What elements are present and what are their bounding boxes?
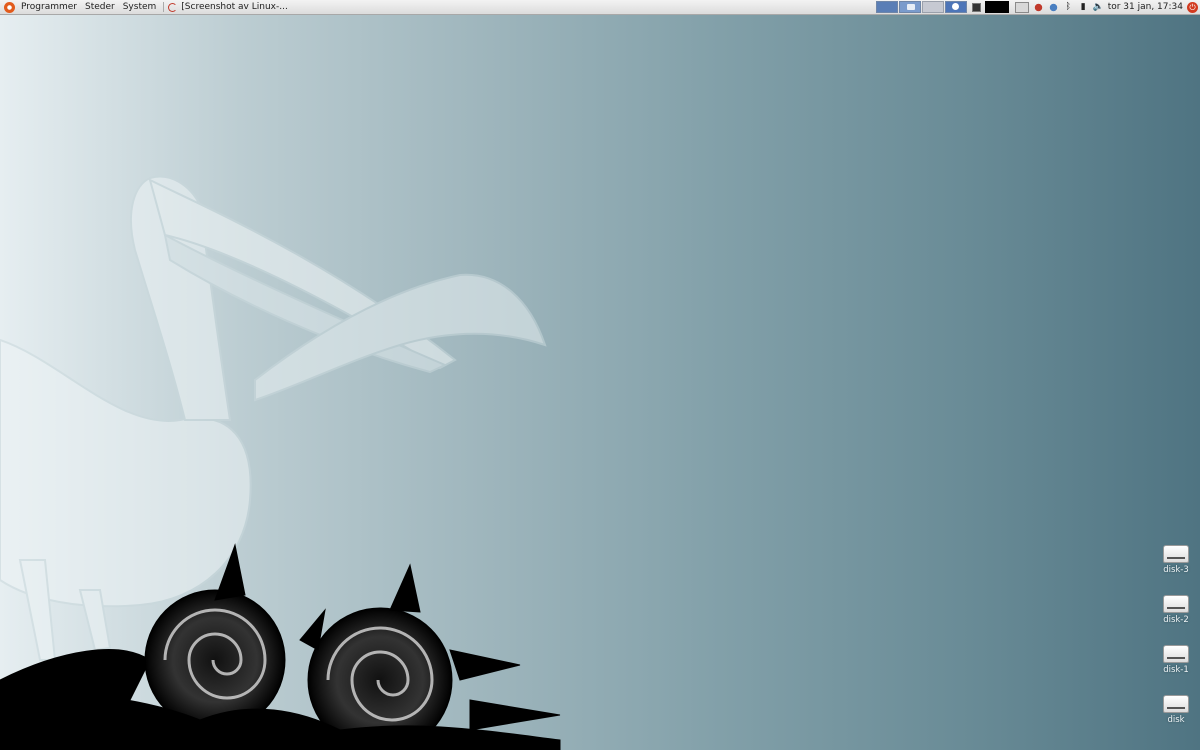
desktop-icon-disk-2[interactable]: disk-2 xyxy=(1152,595,1200,625)
clock[interactable]: tor 31 jan, 17:34 xyxy=(1106,2,1187,12)
desktop-icon-disk[interactable]: disk xyxy=(1152,695,1200,725)
top-panel: Programmer Steder System [Screenshot av … xyxy=(0,0,1200,15)
hard-drive-icon xyxy=(1163,645,1189,663)
hard-drive-icon xyxy=(1163,595,1189,613)
menu-applications[interactable]: Programmer xyxy=(17,0,81,14)
window-thumb xyxy=(906,4,915,10)
desktop-icon-label: disk-1 xyxy=(1163,665,1189,675)
desktop-icon-label: disk-3 xyxy=(1163,565,1189,575)
desktop-icon-label: disk xyxy=(1167,715,1185,725)
workspace-4[interactable] xyxy=(944,1,967,13)
hard-drive-icon xyxy=(1163,695,1189,713)
distro-logo-icon[interactable] xyxy=(4,1,15,13)
shutdown-icon[interactable]: ⏻ xyxy=(1187,1,1198,13)
system-monitor-graph[interactable] xyxy=(984,1,1009,13)
workspace-2[interactable] xyxy=(898,1,921,13)
network-icon[interactable] xyxy=(1014,1,1029,13)
menu-places[interactable]: Steder xyxy=(81,0,119,14)
window-thumb xyxy=(951,3,959,10)
hard-drive-icon xyxy=(1163,545,1189,563)
battery-icon[interactable]: ▮ xyxy=(1078,2,1089,13)
monitor-icon[interactable] xyxy=(971,2,981,12)
volume-icon[interactable]: 🔈 xyxy=(1093,2,1104,13)
pelican-illustration xyxy=(0,175,547,661)
panel-separator xyxy=(163,2,165,12)
notification-area: ᛒ ▮ 🔈 xyxy=(1013,1,1106,13)
bluetooth-icon[interactable]: ᛒ xyxy=(1063,2,1074,13)
desktop-icon-disk-1[interactable]: disk-1 xyxy=(1152,645,1200,675)
taskbar-item-screenshot[interactable]: [Screenshot av Linux-... xyxy=(168,0,292,14)
disk-mount-icon[interactable] xyxy=(1047,1,1059,13)
taskbar-item-label: [Screenshot av Linux-... xyxy=(181,2,288,12)
desktop-icon-disk-3[interactable]: disk-3 xyxy=(1152,545,1200,575)
menu-system[interactable]: System xyxy=(119,0,161,14)
panel-right: ᛒ ▮ 🔈 tor 31 jan, 17:34 ⏻ xyxy=(875,0,1200,14)
panel-left: Programmer Steder System [Screenshot av … xyxy=(0,0,292,14)
workspace-3[interactable] xyxy=(921,1,944,13)
wallpaper-art xyxy=(0,175,561,750)
update-icon[interactable] xyxy=(1032,1,1044,13)
workspace-1[interactable] xyxy=(875,1,898,13)
desktop-icon-label: disk-2 xyxy=(1163,615,1189,625)
screenshot-app-icon xyxy=(168,2,178,12)
